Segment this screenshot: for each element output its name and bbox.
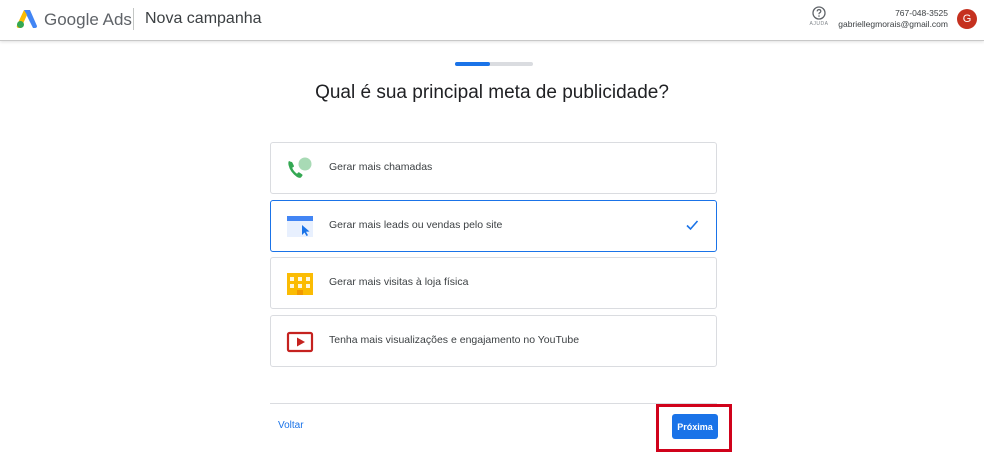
- goal-option-label: Gerar mais visitas à loja física: [329, 276, 469, 288]
- goal-option-label: Gerar mais leads ou vendas pelo site: [329, 219, 503, 231]
- brand-name: Google Ads: [44, 10, 132, 29]
- help-icon: [812, 6, 826, 20]
- footer-divider: [270, 403, 717, 404]
- website-icon: [287, 216, 313, 237]
- account-email: gabriellegmorais@gmail.com: [838, 19, 948, 29]
- goal-option-website-leads[interactable]: Gerar mais leads ou vendas pelo site: [270, 200, 717, 252]
- goal-option-label: Tenha mais visualizações e engajamento n…: [329, 334, 580, 346]
- checkmark-icon: [686, 220, 699, 231]
- account-id: 767-048-3525: [895, 8, 948, 18]
- progress-fill: [455, 62, 491, 66]
- header-divider: [133, 8, 134, 30]
- page-title: Nova campanha: [145, 10, 262, 27]
- goal-option-label: Gerar mais chamadas: [329, 161, 433, 173]
- account-info[interactable]: 767-048-3525 gabriellegmorais@gmail.com: [838, 8, 948, 30]
- avatar[interactable]: G: [957, 9, 977, 29]
- goal-option-calls[interactable]: Gerar mais chamadas: [270, 142, 717, 194]
- store-icon: [287, 273, 313, 295]
- next-button[interactable]: Próxima: [672, 414, 718, 439]
- goal-option-store-visits[interactable]: Gerar mais visitas à loja física: [270, 257, 717, 309]
- back-link[interactable]: Voltar: [278, 420, 304, 431]
- youtube-icon: [286, 331, 314, 353]
- page-question: Qual é sua principal meta de publicidade…: [315, 82, 669, 103]
- goal-option-youtube[interactable]: Tenha mais visualizações e engajamento n…: [270, 315, 717, 367]
- google-ads-logo-icon[interactable]: [16, 9, 38, 29]
- phone-icon: [288, 157, 312, 178]
- top-bar: Google Ads Nova campanha AJUDA 767-048-3…: [0, 0, 984, 41]
- help-label: AJUDA: [809, 21, 829, 27]
- progress-bar: [455, 62, 533, 66]
- help-button[interactable]: AJUDA: [808, 6, 830, 27]
